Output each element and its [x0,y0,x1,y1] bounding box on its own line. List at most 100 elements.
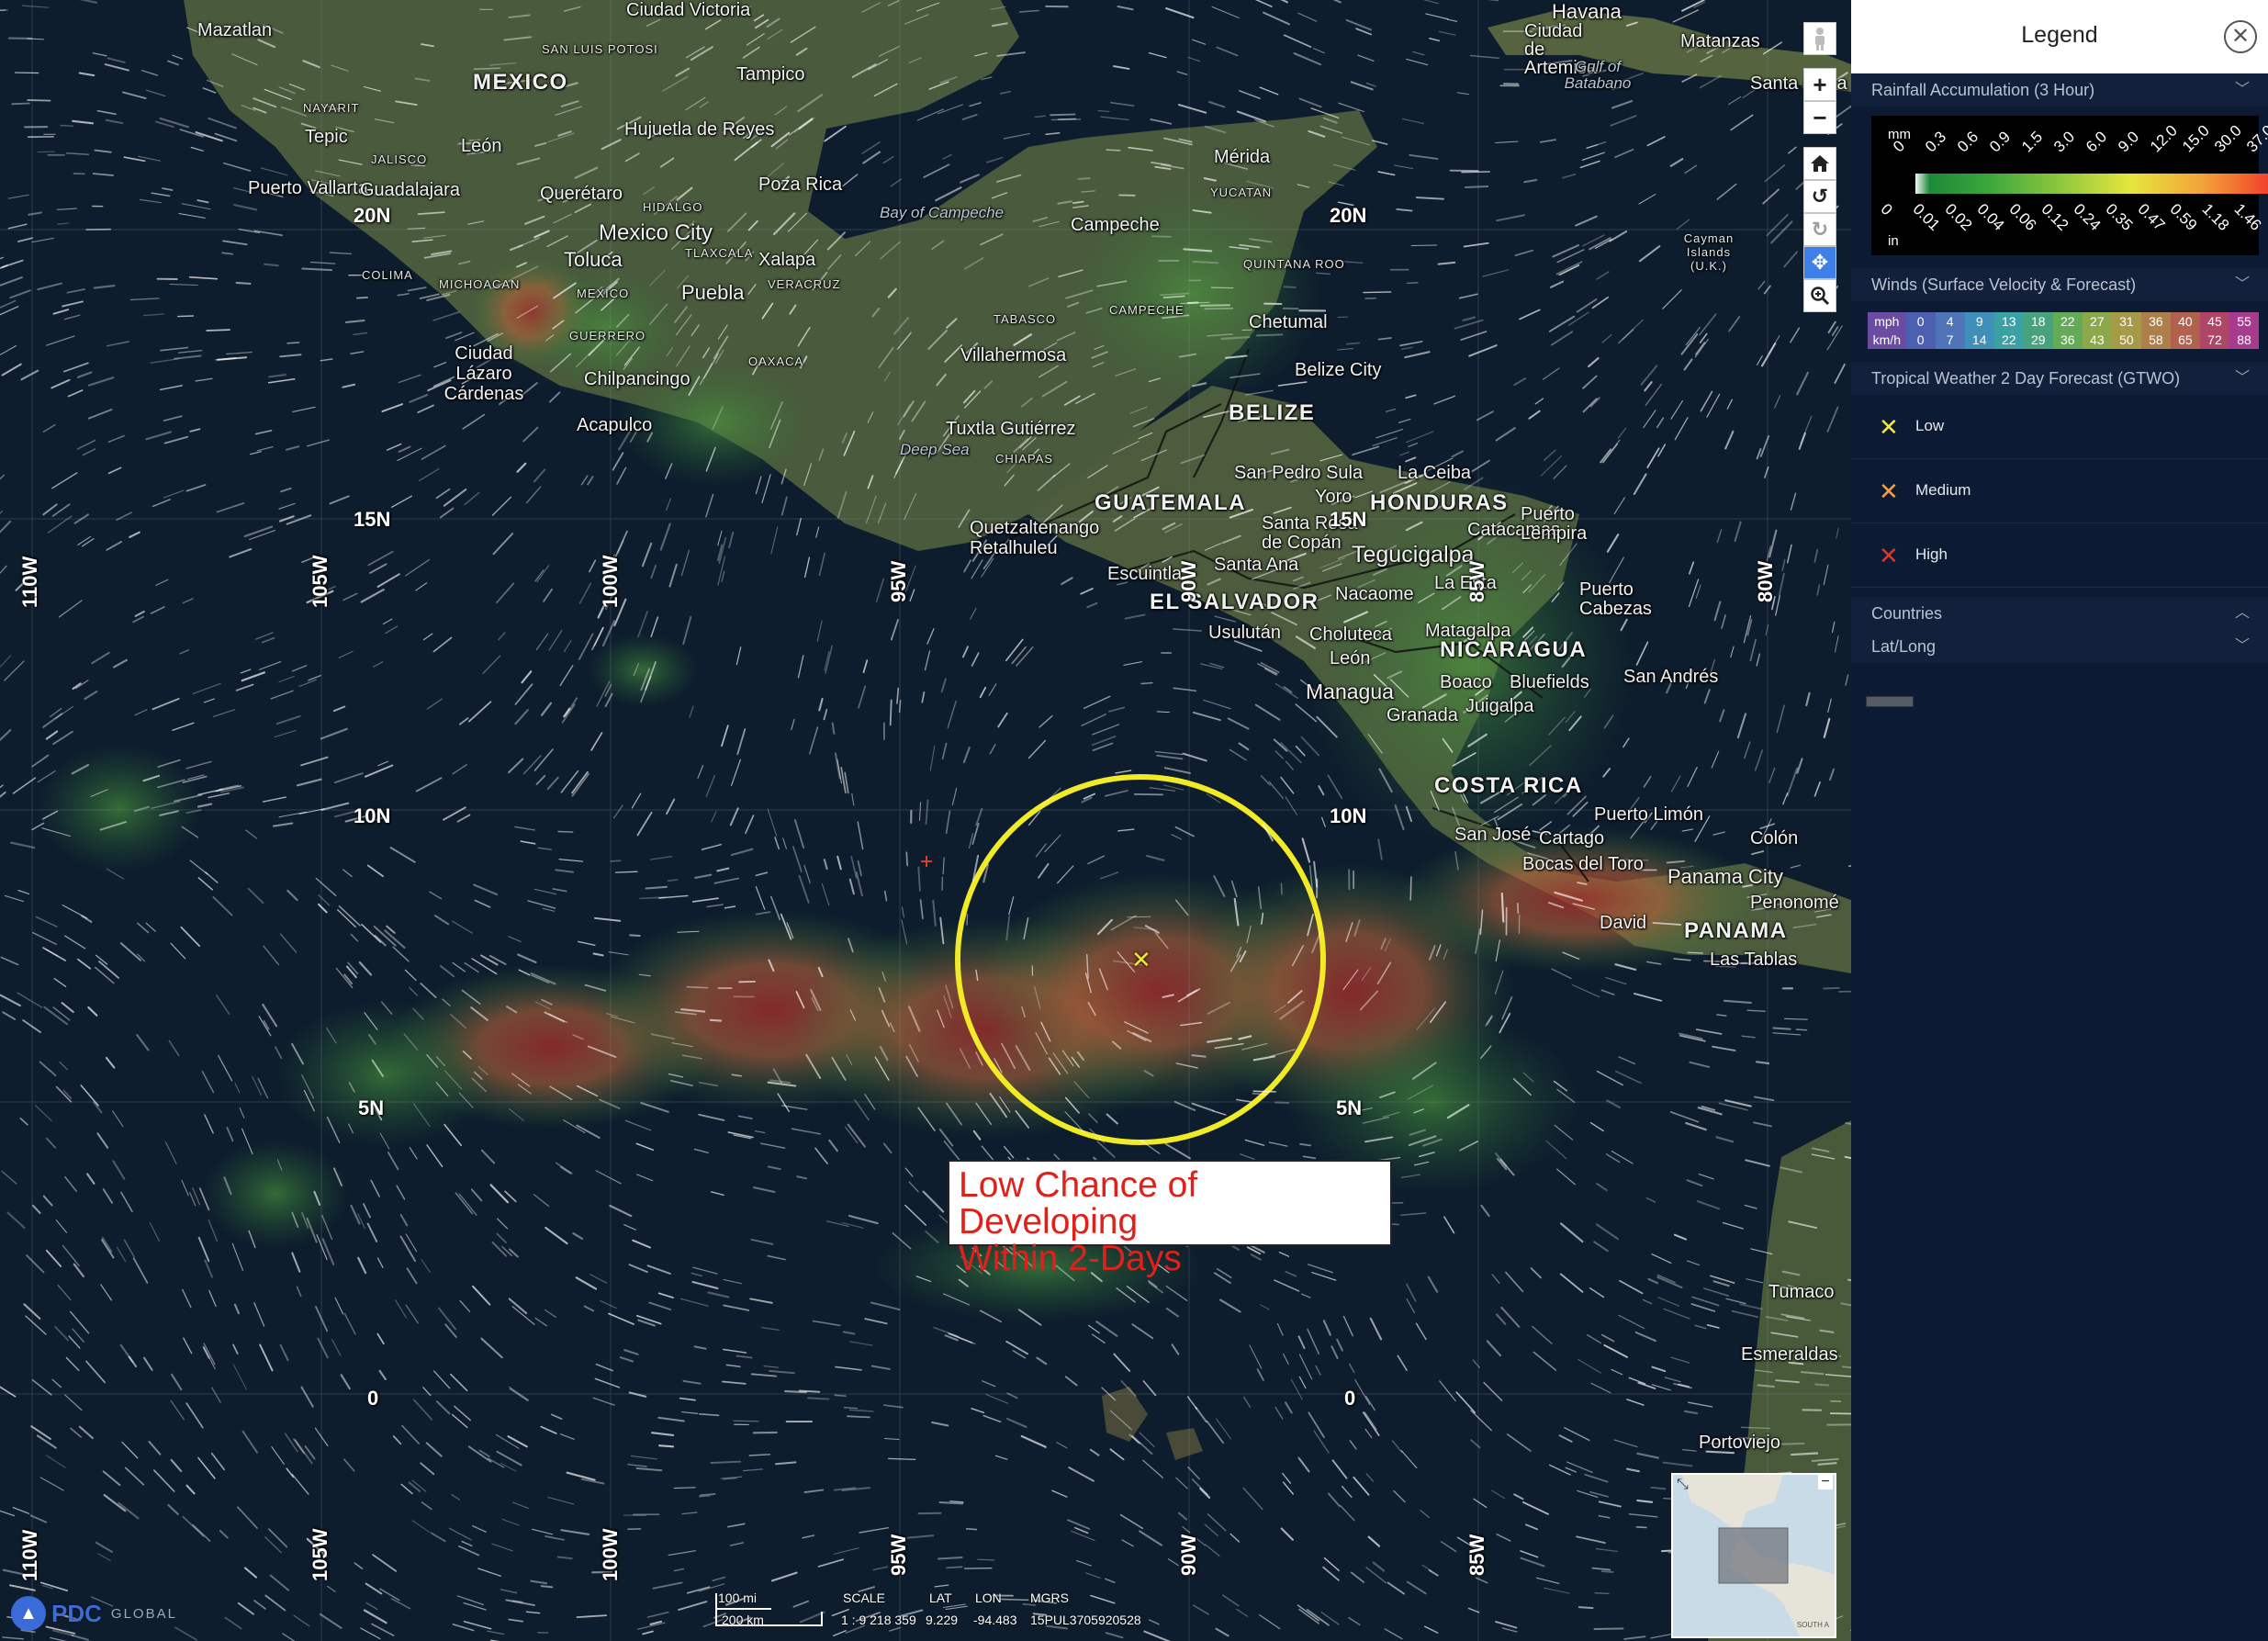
chevron-up-icon: ︿ [2234,605,2250,621]
overview-close-icon[interactable]: − [1818,1475,1833,1489]
chevron-down-icon: ﹀ [2234,276,2250,292]
chevron-down-icon: ﹀ [2234,82,2250,97]
wind-speed-cell: 9 14 [1964,312,1994,349]
label-city: Guadalajara [360,180,460,200]
lon-label: 80W [1754,560,1777,602]
label-region: CHIAPAS [995,452,1054,466]
lon-label: 100W [599,555,622,608]
wind-kmh-value: 58 [2149,332,2163,347]
rain-tick-mm: 0.6 [1954,128,1982,156]
legend-section-winds[interactable]: Winds (Surface Velocity & Forecast) ﹀ [1851,268,2268,301]
lat-label: 0 [1344,1387,1356,1410]
logo-suffix: GLOBAL [110,1605,177,1622]
legend-section-latlong[interactable]: Lat/Long ﹀ [1851,630,2268,663]
label-country: COSTA RICA [1434,773,1583,798]
rain-tick-mm: 15.0 [2179,121,2213,156]
label-city: Tuxtla Gutiérrez [946,419,1076,439]
wind-speed-cell: 13 22 [1993,312,2024,349]
person-icon[interactable] [1803,22,1836,55]
wind-speed-cell: 40 65 [2170,312,2200,349]
overview-map[interactable]: ⤡ − SOUTH A [1671,1473,1836,1638]
wind-speed-cell: 45 72 [2199,312,2229,349]
label-region: JALISCO [371,152,428,166]
label-city: Santa Ana [1214,555,1299,575]
label-city: Esmeraldas [1741,1344,1838,1365]
label-city: Puerto Lempira [1521,504,1588,544]
pdc-logo: ▲ PDC GLOBAL [11,1596,177,1631]
wind-kmh-value: 14 [1971,332,1987,347]
pan-icon[interactable]: ✥ [1803,246,1836,279]
legend-panel: Legend ✕ Rainfall Accumulation (3 Hour) … [1851,0,2268,1641]
wind-mph-value: 36 [2149,314,2163,329]
label-city: Juigalpa [1465,696,1534,716]
chevron-down-icon: ﹀ [2234,638,2250,654]
label-country: EL SALVADOR [1150,590,1319,614]
gtwo-low-x-icon: ✕ [1879,413,1899,441]
pdc-triangle-icon: ▲ [11,1596,46,1631]
label-city: Tepic [305,127,348,147]
legend-section-gtwo[interactable]: Tropical Weather 2 Day Forecast (GTWO) ﹀ [1851,362,2268,395]
gtwo-medium-x-icon: ✕ [1879,478,1899,505]
lon-label: 110W [18,1529,41,1581]
label-city: La Ceiba [1398,463,1472,483]
wind-kmh-value: 7 [1946,332,1954,347]
lon-label: 85W [1465,1534,1488,1576]
rain-tick-in: 0.12 [2038,200,2072,234]
label-water: Bay of Campeche [880,204,1005,221]
wind-speed-cell: 00 [1905,312,1936,349]
wind-mph-value: 4 [1946,314,1954,329]
wind-speed-cell: 55 88 [2229,312,2260,349]
overview-label: SOUTH A [1796,1621,1829,1629]
gtwo-low-marker-icon[interactable]: ✕ [1131,946,1151,974]
label-city: Managua [1306,680,1394,703]
rain-tick-in: 0.47 [2134,200,2169,234]
map-controls: + − ↺ ↻ ✥ [1803,22,1836,312]
lon-readout-label: LON [975,1590,1002,1605]
gtwo-item-high: ✕ High [1851,523,2268,588]
label-city: Mazatlan [197,20,273,40]
wind-speed-cell: 22 36 [2052,312,2083,349]
legend-section-rainfall[interactable]: Rainfall Accumulation (3 Hour) ﹀ [1851,73,2268,107]
rain-tick-in: 0 [1877,200,1896,219]
wind-kmh-value: 72 [2207,332,2222,347]
rain-tick-in: 0.02 [1941,200,1976,234]
label-city: San Pedro Sula [1234,463,1364,483]
label-city: Chilpancingo [584,369,691,389]
home-icon[interactable] [1803,147,1836,180]
legend-close-icon[interactable]: ✕ [2224,20,2257,53]
rotate-ccw-icon[interactable]: ↺ [1803,180,1836,213]
label-city: Granada [1387,705,1458,725]
label-city: David [1600,913,1647,933]
rain-tick-mm: 9.0 [2115,128,2143,156]
label-city: Mérida [1214,147,1271,167]
wind-mph-value: 45 [2207,314,2222,329]
label-region: TLAXCALA [685,246,754,260]
mgrs-readout-label: MGRS [1030,1590,1069,1605]
rotate-cw-icon[interactable]: ↻ [1803,213,1836,246]
map-basemap [0,0,1851,1641]
zoom-out-button[interactable]: − [1803,101,1836,134]
label-city: Panama City [1667,865,1783,888]
zoom-in-button[interactable]: + [1803,68,1836,101]
overview-map-graphic [1673,1475,1835,1636]
label-water: Deep Sea [900,441,970,458]
label-city: Boaco [1440,672,1492,692]
rainfall-colorbar: mm in 0 0.3 0.6 0.9 1.5 3.0 6.0 9.0 12.0 15.0 30.0… [1871,116,2268,255]
wind-kmh-value: 65 [2178,332,2193,347]
wind-mph-value: 22 [2060,314,2075,329]
lon-label: 85W [1465,560,1488,602]
label-region: HIDALGO [643,200,703,214]
rainfall-section-title: Rainfall Accumulation (3 Hour) [1871,81,2095,99]
gtwo-high-x-icon: ✕ [1879,542,1899,569]
rain-tick-mm: 1.5 [2018,128,2047,156]
countries-section-title: Countries [1871,604,1943,623]
rain-tick-mm: 0.9 [1986,128,2015,156]
lon-label: 105W [309,1528,331,1581]
label-city: Matanzas [1680,31,1760,51]
label-city: San José [1454,825,1532,845]
legend-section-countries[interactable]: Countries ︿ [1851,597,2268,630]
label-city: Hujuetla de Reyes [624,119,775,140]
overview-collapse-icon[interactable]: ⤡ [1677,1477,1689,1493]
map-canvas[interactable]: ✕ MEXICO GUATEMALA BELIZE HONDURAS EL SA… [0,0,1851,1641]
magnify-icon[interactable] [1803,279,1836,312]
